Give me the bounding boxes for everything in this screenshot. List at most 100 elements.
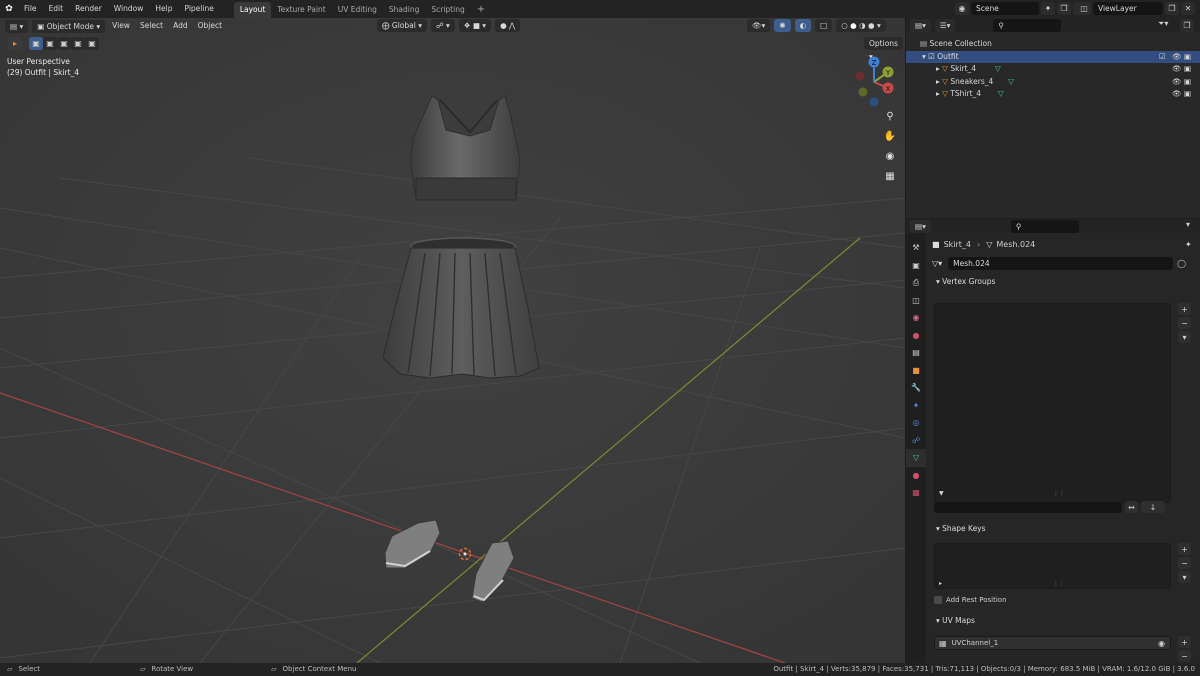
- expand-arrow-icon[interactable]: ▸: [936, 89, 940, 98]
- output-tab-icon[interactable]: ⎙: [906, 274, 926, 292]
- pan-hand-icon[interactable]: ✋: [880, 126, 900, 146]
- menu-pipeline[interactable]: Pipeline: [178, 0, 219, 18]
- xray-toggle[interactable]: □: [815, 19, 833, 32]
- tab-layout[interactable]: Layout: [233, 1, 272, 18]
- visibility-eye-icon[interactable]: 👁: [1172, 51, 1182, 64]
- properties-search-input[interactable]: ⚲: [1010, 219, 1079, 233]
- viewport-menu-add[interactable]: Add: [168, 18, 193, 34]
- tab-texture-paint[interactable]: Texture Paint: [271, 2, 331, 18]
- remove-uv-map-button[interactable]: −: [1178, 650, 1191, 662]
- list-expand-icon[interactable]: ▸: [939, 580, 942, 587]
- scene-icon[interactable]: ◉: [955, 2, 969, 15]
- zoom-icon[interactable]: ⚲: [880, 106, 900, 126]
- tab-scripting[interactable]: Scripting: [425, 2, 470, 18]
- add-workspace-button[interactable]: +: [471, 2, 491, 18]
- select-mode-invert-icon[interactable]: ▣: [71, 37, 85, 50]
- pivot-dropdown[interactable]: ☍ ▾: [430, 19, 455, 32]
- orientation-dropdown[interactable]: ⨁ Global ▾: [377, 19, 427, 32]
- gizmo-toggle[interactable]: ✺: [774, 19, 791, 32]
- sort-alpha-icon[interactable]: ↓: [1141, 501, 1165, 513]
- vertex-groups-header[interactable]: ▾ Vertex Groups: [928, 275, 1200, 289]
- outliner-item-sneakers[interactable]: ▸ ▽ Sneakers_4 ▽ 👁 ▣: [906, 76, 1200, 89]
- physics-tab-icon[interactable]: ◎: [906, 414, 926, 432]
- mode-dropdown[interactable]: ▣ Object Mode ▾: [32, 19, 106, 33]
- render-tab-icon[interactable]: ▣: [906, 257, 926, 275]
- viewport-menu-object[interactable]: Object: [193, 18, 227, 34]
- shading-modes[interactable]: ○ ● ◑ ● ▾: [836, 19, 886, 32]
- menu-render[interactable]: Render: [69, 0, 108, 18]
- shape-keys-list[interactable]: ▸ ⋮⋮: [934, 543, 1171, 589]
- world-tab-icon[interactable]: ●: [906, 327, 926, 345]
- options-dropdown[interactable]: Options ▾: [864, 37, 903, 61]
- new-collection-icon[interactable]: ❐: [1180, 19, 1194, 32]
- visibility-eye-icon[interactable]: 👁: [1172, 76, 1182, 89]
- proportional-edit-toggle[interactable]: ● ⋀: [495, 19, 521, 32]
- render-camera-icon[interactable]: ▣: [1184, 51, 1191, 64]
- visibility-eye-icon[interactable]: 👁: [1172, 88, 1182, 101]
- collection-checkbox-icon[interactable]: ☑: [928, 52, 935, 61]
- viewport-menu-view[interactable]: View: [107, 18, 135, 34]
- list-expand-icon[interactable]: ▼: [939, 490, 944, 497]
- expand-arrow-icon[interactable]: ▾: [922, 52, 926, 61]
- blender-logo-icon[interactable]: ✿: [0, 4, 18, 14]
- outliner-display-mode[interactable]: ☰▾: [934, 18, 956, 32]
- vertex-groups-list[interactable]: ▼ ⋮⋮: [934, 303, 1171, 503]
- expand-arrow-icon[interactable]: ▸: [936, 64, 940, 73]
- pin-icon[interactable]: ✦: [1041, 2, 1055, 15]
- render-camera-icon[interactable]: ▣: [1184, 76, 1191, 89]
- outliner-item-tshirt[interactable]: ▸ ▽ TShirt_4 ▽ 👁 ▣: [906, 88, 1200, 101]
- properties-options-icon[interactable]: ▾: [1186, 220, 1190, 229]
- visibility-dropdown[interactable]: 👁▾: [747, 19, 771, 32]
- editor-type-dropdown[interactable]: ▤ ▾: [5, 19, 29, 33]
- uv-maps-header[interactable]: ▾ UV Maps: [928, 614, 1200, 628]
- shape-key-specials-button[interactable]: ▾: [1178, 571, 1191, 583]
- perspective-grid-icon[interactable]: ▦: [880, 166, 900, 186]
- uv-map-item[interactable]: ▦ UVChannel_1 ◉: [934, 636, 1171, 650]
- select-mode-new-icon[interactable]: ▣: [29, 37, 43, 50]
- add-shape-key-button[interactable]: +: [1178, 543, 1191, 555]
- render-camera-icon[interactable]: ▣: [1184, 88, 1191, 101]
- fake-user-icon[interactable]: ◯: [1177, 259, 1186, 268]
- add-rest-position-checkbox[interactable]: [934, 596, 942, 604]
- select-mode-extend-icon[interactable]: ▣: [43, 37, 57, 50]
- pin-icon[interactable]: ✦: [1185, 240, 1192, 249]
- outliner-search-input[interactable]: ⚲: [993, 18, 1062, 32]
- tool-tab-icon[interactable]: ⚒: [906, 239, 926, 257]
- mesh-browse-icon[interactable]: ▽▾: [932, 259, 942, 268]
- select-mode-intersect-icon[interactable]: ▣: [85, 37, 99, 50]
- menu-file[interactable]: File: [18, 0, 43, 18]
- render-camera-icon[interactable]: ▣: [1184, 63, 1191, 76]
- snap-toggle[interactable]: ❖ ■ ▾: [458, 19, 492, 32]
- view-layer-icon[interactable]: ◫: [1077, 2, 1091, 15]
- filter-icon[interactable]: ⏷▾: [1158, 19, 1168, 29]
- exclude-checkbox-icon[interactable]: ☑: [1159, 51, 1166, 64]
- material-tab-icon[interactable]: ●: [906, 467, 926, 485]
- expand-arrow-icon[interactable]: ▸: [936, 77, 940, 86]
- view-layer-field[interactable]: ViewLayer: [1093, 2, 1163, 15]
- texture-tab-icon[interactable]: ▦: [906, 484, 926, 502]
- vertex-group-filter-input[interactable]: [934, 501, 1122, 513]
- menu-help[interactable]: Help: [149, 0, 178, 18]
- scene-field[interactable]: Scene: [971, 2, 1039, 15]
- navigation-gizmo[interactable]: X Y Z: [848, 56, 900, 108]
- vertex-group-specials-button[interactable]: ▾: [1178, 331, 1191, 343]
- new-scene-icon[interactable]: ❐: [1057, 2, 1071, 15]
- outliner-item-outfit[interactable]: ▾ ☑ Outfit ☑ 👁 ▣: [906, 50, 1200, 64]
- uv-camera-icon[interactable]: ◉: [1158, 639, 1165, 648]
- add-vertex-group-button[interactable]: +: [1178, 303, 1191, 315]
- modifier-tab-icon[interactable]: 🔧: [906, 379, 926, 397]
- scene-tab-icon[interactable]: ◉: [906, 309, 926, 327]
- list-resize-handle-icon[interactable]: ⋮⋮: [1053, 490, 1065, 497]
- mesh-data-tab-icon[interactable]: ▽: [906, 449, 926, 467]
- tab-shading[interactable]: Shading: [383, 2, 425, 18]
- properties-editor-type[interactable]: ▤▾: [910, 219, 931, 233]
- overlays-toggle[interactable]: ◐: [794, 19, 812, 32]
- invert-filter-icon[interactable]: ↔: [1125, 501, 1138, 513]
- object-tab-icon[interactable]: ■: [906, 362, 926, 380]
- particles-tab-icon[interactable]: ✦: [906, 397, 926, 415]
- remove-shape-key-button[interactable]: −: [1178, 557, 1191, 569]
- menu-window[interactable]: Window: [108, 0, 150, 18]
- select-mode-subtract-icon[interactable]: ▣: [57, 37, 71, 50]
- camera-icon[interactable]: ◉: [880, 146, 900, 166]
- menu-edit[interactable]: Edit: [43, 0, 70, 18]
